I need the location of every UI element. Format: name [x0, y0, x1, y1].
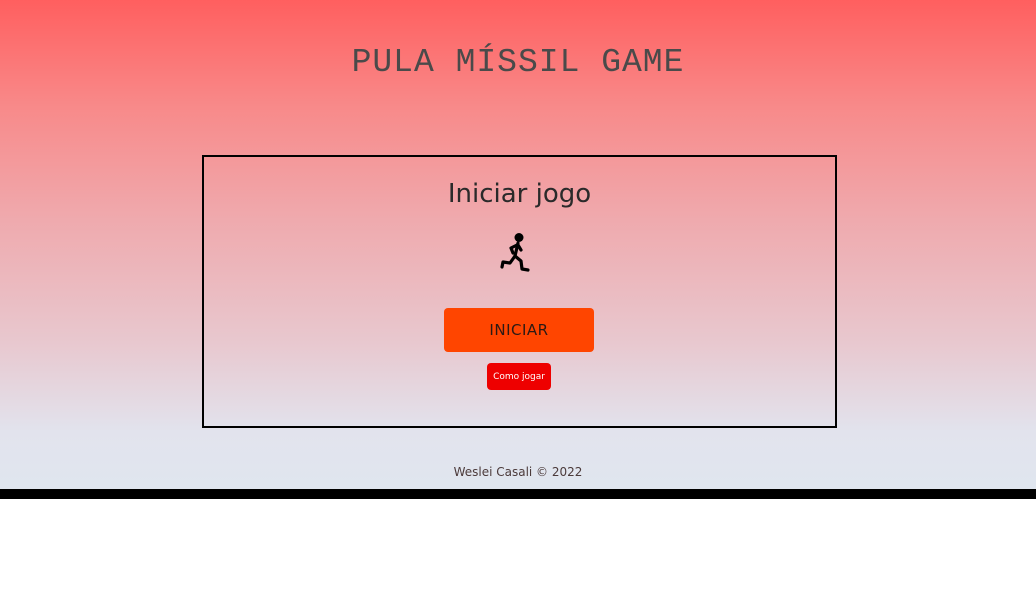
footer-credit: Weslei Casali © 2022: [453, 465, 583, 479]
game-title: PULA MÍSSIL GAME: [351, 44, 685, 81]
start-panel: Iniciar jogo INICIAR Como jogar: [202, 155, 837, 428]
how-to-play-button[interactable]: Como jogar: [487, 363, 551, 390]
bottom-border: [0, 489, 1036, 499]
start-button[interactable]: INICIAR: [444, 308, 594, 352]
running-person-icon: [500, 233, 530, 272]
panel-heading: Iniciar jogo: [447, 179, 592, 209]
game-background: PULA MÍSSIL GAME Iniciar jogo INICIAR Co…: [0, 0, 1036, 490]
